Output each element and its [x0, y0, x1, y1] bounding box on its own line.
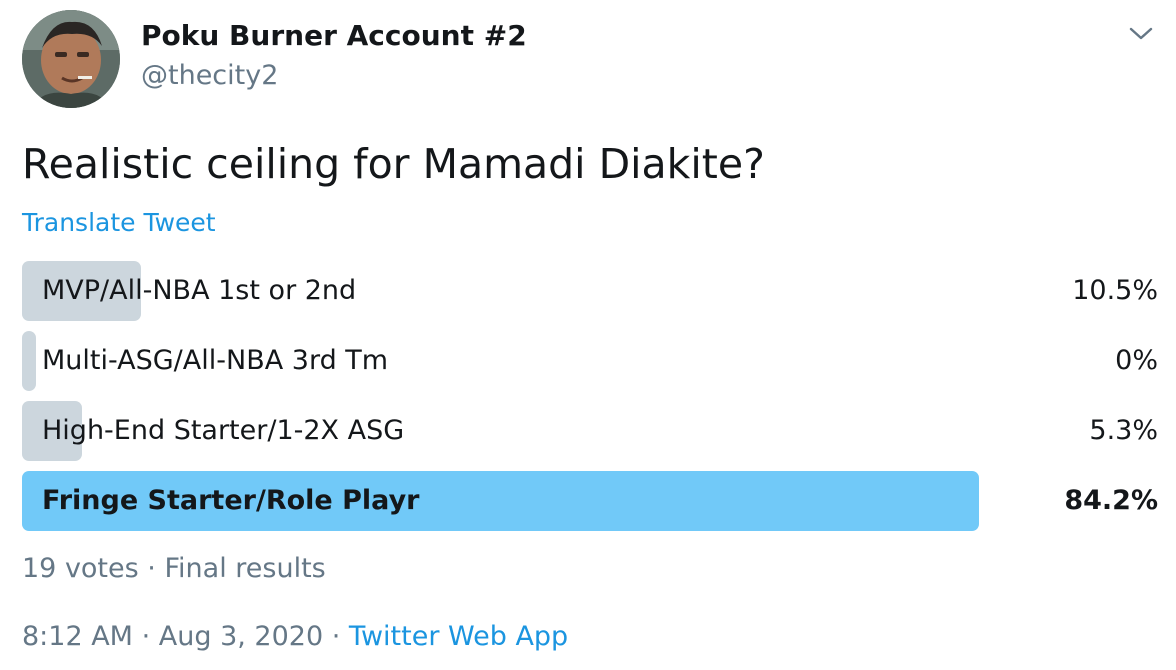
tweet-text: Realistic ceiling for Mamadi Diakite?: [22, 140, 765, 188]
poll-option-percent: 0%: [1115, 345, 1158, 376]
tweet-time[interactable]: 8:12 AM: [22, 621, 133, 652]
poll-option-label: MVP/All-NBA 1st or 2nd: [42, 275, 357, 306]
tweet-date[interactable]: Aug 3, 2020: [159, 621, 323, 652]
poll-status: Final results: [164, 553, 326, 584]
poll: MVP/All-NBA 1st or 2nd 10.5% Multi-ASG/A…: [22, 261, 1158, 541]
avatar[interactable]: [22, 10, 120, 108]
poll-option-percent: 5.3%: [1089, 415, 1158, 446]
translate-tweet-link[interactable]: Translate Tweet: [22, 208, 216, 237]
poll-option: Fringe Starter/Role Playr 84.2%: [22, 471, 1158, 531]
poll-bar: [22, 331, 36, 391]
tweet-meta: 8:12 AM · Aug 3, 2020 · Twitter Web App: [22, 621, 568, 652]
separator-dot: ·: [147, 553, 156, 584]
poll-option: MVP/All-NBA 1st or 2nd 10.5%: [22, 261, 1158, 321]
poll-option: High-End Starter/1-2X ASG 5.3%: [22, 401, 1158, 461]
poll-option-percent: 10.5%: [1072, 275, 1158, 306]
separator-dot: ·: [331, 621, 341, 652]
poll-summary: 19 votes · Final results: [22, 553, 326, 584]
profile-photo: [22, 10, 120, 108]
poll-option: Multi-ASG/All-NBA 3rd Tm 0%: [22, 331, 1158, 391]
vote-count: 19 votes: [22, 553, 139, 584]
chevron-down-icon[interactable]: [1128, 22, 1154, 44]
poll-option-label: Multi-ASG/All-NBA 3rd Tm: [42, 345, 389, 376]
poll-option-percent: 84.2%: [1064, 485, 1158, 516]
separator-dot: ·: [141, 621, 151, 652]
source-link[interactable]: Twitter Web App: [349, 621, 568, 652]
poll-option-label: High-End Starter/1-2X ASG: [42, 415, 405, 446]
display-name[interactable]: Poku Burner Account #2: [141, 19, 527, 52]
poll-option-label: Fringe Starter/Role Playr: [42, 485, 420, 516]
user-handle[interactable]: @thecity2: [141, 60, 278, 91]
